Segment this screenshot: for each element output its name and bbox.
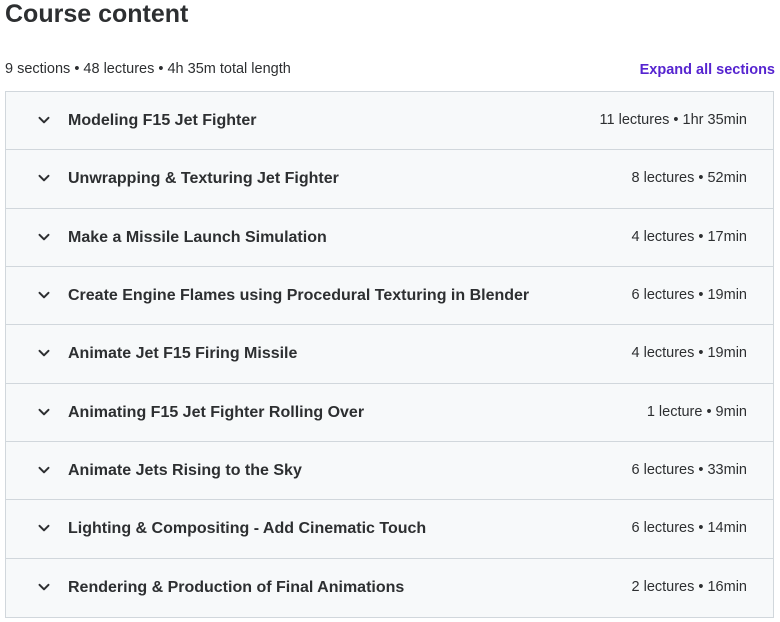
course-summary: 9 sections • 48 lectures • 4h 35m total … bbox=[5, 61, 291, 77]
section-header[interactable]: Unwrapping & Texturing Jet Fighter 8 lect… bbox=[6, 150, 773, 209]
chevron-down-icon[interactable] bbox=[37, 405, 51, 419]
section-header[interactable]: Animating F15 Jet Fighter Rolling Over 1 … bbox=[6, 383, 773, 442]
expand-all-sections-button[interactable]: Expand all sections bbox=[640, 59, 775, 81]
chevron-down-icon[interactable] bbox=[37, 113, 51, 127]
section-meta: 1 lecture • 9min bbox=[646, 403, 747, 420]
chevron-down-icon[interactable] bbox=[37, 288, 51, 302]
section-header[interactable]: Modeling F15 Jet Fighter 11 lectures • 1h… bbox=[6, 92, 773, 151]
section-meta: 11 lectures • 1hr 35min bbox=[599, 112, 747, 128]
section-header[interactable]: Animate Jet F15 Firing Missile 4 lectures… bbox=[6, 325, 773, 384]
section-header[interactable]: Rendering & Production of Final Animatio… bbox=[6, 558, 773, 617]
chevron-down-icon[interactable] bbox=[37, 463, 51, 477]
chevron-down-icon[interactable] bbox=[37, 171, 51, 185]
section-title: Modeling F15 Jet Fighter bbox=[68, 112, 257, 129]
page-title: Course content bbox=[5, 0, 189, 28]
section-title: Lighting & Compositing - Add Cinematic T… bbox=[68, 520, 427, 538]
section-meta: 6 lectures • 19min bbox=[631, 286, 748, 303]
sections-list: Modeling F15 Jet Fighter 11 lectures • 1h… bbox=[5, 91, 774, 618]
summary-row: 9 sections • 48 lectures • 4h 35m total … bbox=[5, 58, 777, 80]
section-title: Make a Missile Launch Simulation bbox=[68, 228, 327, 246]
section-header[interactable]: Lighting & Compositing - Add Cinematic T… bbox=[6, 500, 773, 559]
section-meta: 6 lectures • 33min bbox=[631, 461, 748, 478]
section-header[interactable]: Make a Missile Launch Simulation 4 lectur… bbox=[6, 208, 773, 267]
chevron-down-icon[interactable] bbox=[37, 521, 51, 535]
section-header[interactable]: Create Engine Flames using Procedural Te… bbox=[6, 266, 773, 326]
section-title: Animate Jets Rising to the Sky bbox=[68, 461, 302, 479]
course-content-panel: Course content 9 sections • 48 lectures … bbox=[0, 0, 780, 622]
section-title: Create Engine Flames using Procedural Te… bbox=[68, 286, 530, 304]
section-title: Rendering & Production of Final Animatio… bbox=[68, 578, 405, 596]
chevron-down-icon[interactable] bbox=[37, 346, 51, 360]
section-title: Unwrapping & Texturing Jet Fighter bbox=[68, 170, 339, 188]
section-meta: 4 lectures • 19min bbox=[631, 345, 748, 362]
section-header[interactable]: Animate Jets Rising to the Sky 6 lectures… bbox=[6, 441, 773, 501]
section-meta: 8 lectures • 52min bbox=[631, 170, 748, 187]
section-meta: 6 lectures • 14min bbox=[631, 520, 748, 537]
chevron-down-icon[interactable] bbox=[37, 230, 51, 244]
section-title: Animating F15 Jet Fighter Rolling Over bbox=[68, 403, 365, 421]
section-title: Animate Jet F15 Firing Missile bbox=[68, 345, 298, 363]
section-meta: 4 lectures • 17min bbox=[631, 228, 748, 245]
section-meta: 2 lectures • 16min bbox=[631, 578, 748, 595]
chevron-down-icon[interactable] bbox=[37, 580, 51, 594]
